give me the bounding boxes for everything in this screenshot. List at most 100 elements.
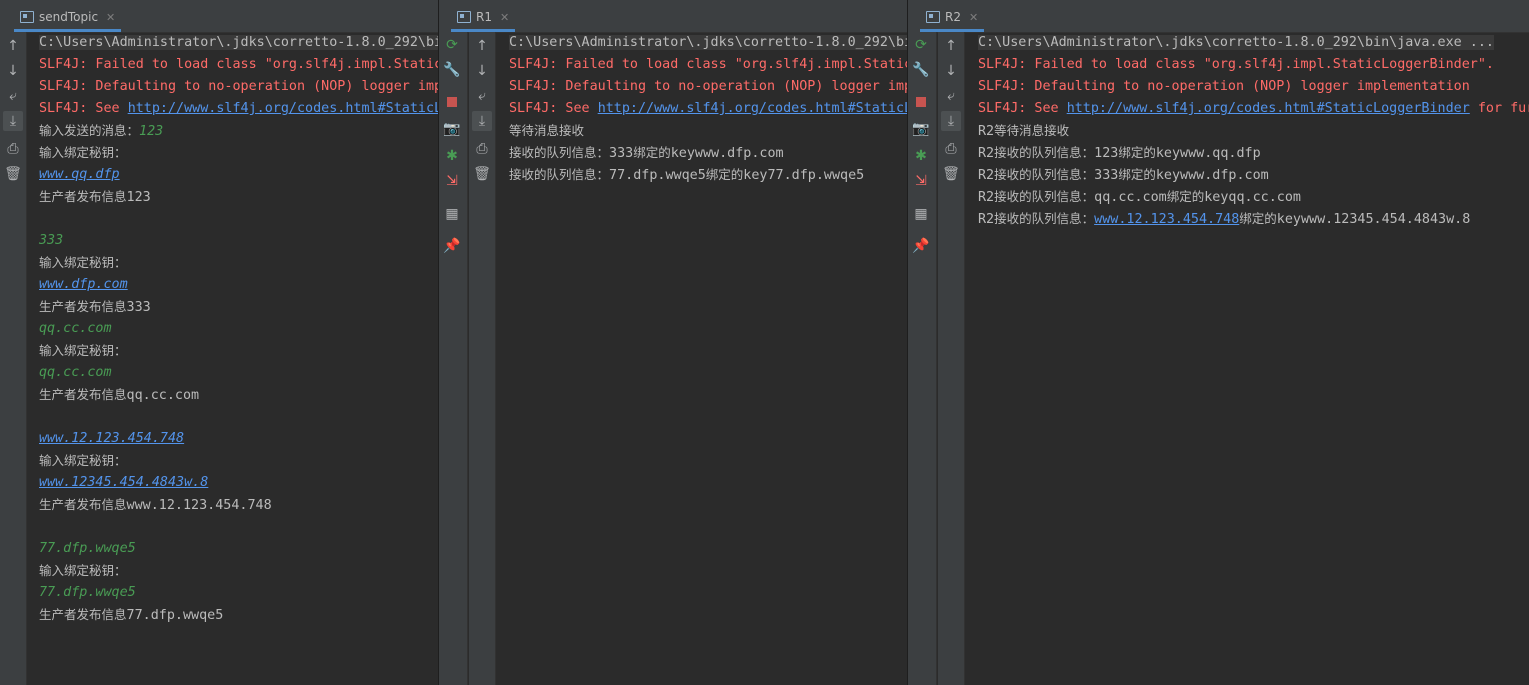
console-text: R2 [978,124,995,139]
print-icon[interactable]: ⎙ [941,139,961,159]
close-icon[interactable]: ✕ [106,11,115,24]
up-arrow-icon[interactable]: ↑ [941,36,961,56]
console-text: C:\Users\Administrator\.jdks\corretto-1.… [978,35,1494,50]
console-line: SLF4J: Failed to load class "org.slf4j.i… [26,54,438,76]
camera-icon[interactable]: 📷 [442,119,462,139]
console-toolbar: ↑ ↓ ⤶ ⤓ ⎙ 🗑 [0,32,27,685]
console-text: 接收的队列信息： [509,145,610,160]
console-link[interactable]: http://www.slf4j.org/codes.html#StaticL [128,101,438,116]
console-text: SLF4J: See [978,101,1067,116]
pin-icon[interactable]: 📌 [442,236,462,256]
console-text: 输入发送的消息： [39,123,140,138]
console-text: 绑定的 [1118,145,1156,160]
console-text: key77.dfp.wwqe5 [743,168,865,183]
print-icon[interactable]: ⎙ [472,139,492,159]
down-arrow-icon[interactable]: ↓ [3,61,23,81]
print-icon[interactable]: ⎙ [3,139,23,159]
pin-icon[interactable]: 📌 [911,236,931,256]
debug-bug-icon[interactable]: ✱ [911,146,931,166]
run-side-toolbar: ⟳ 🔧 📷 ✱ ⇲ ▦ 📌 [439,32,468,685]
stop-icon[interactable] [442,92,462,112]
trash-icon[interactable]: 🗑 [472,164,492,184]
console-text: R2 [978,190,995,205]
scroll-to-end-icon[interactable]: ⤓ [941,111,961,131]
console-line: 生产者发布信息www.12.123.454.748 [26,494,438,516]
console-text: 生产者发布信息 [39,607,127,622]
console-link[interactable]: www.12345.454.4843w.8 [39,475,208,490]
soft-wrap-icon[interactable]: ⤶ [472,86,492,106]
console-link[interactable]: www.dfp.com [39,277,128,292]
panel-divider[interactable] [907,0,908,685]
tab-label: R2 [945,10,961,24]
debug-bug-icon[interactable]: ✱ [442,146,462,166]
trash-icon[interactable]: 🗑 [941,164,961,184]
tab-sendtopic[interactable]: sendTopic ✕ [14,6,122,32]
rerun-icon[interactable]: ⟳ [442,35,462,55]
down-arrow-icon[interactable]: ↓ [472,61,492,81]
up-arrow-icon[interactable]: ↑ [3,36,23,56]
soft-wrap-icon[interactable]: ⤶ [941,86,961,106]
console-line: R2接收的队列信息：333绑定的keywww.dfp.com [965,164,1529,186]
console-line: SLF4J: Failed to load class "org.slf4j.i… [965,54,1529,76]
command-line: C:\Users\Administrator\.jdks\corretto-1.… [26,32,438,54]
run-config-icon [20,11,34,23]
console-output[interactable]: C:\Users\Administrator\.jdks\corretto-1.… [26,32,438,685]
console-text: R2 [978,146,995,161]
console-text: SLF4J: See [39,101,128,116]
console-text: 绑定的 [705,167,744,182]
trash-icon[interactable]: 🗑 [3,164,23,184]
tab-bar: sendTopic ✕ [0,0,438,33]
run-panel-r2: R2 ✕ ⟳ 🔧 📷 ✱ ⇲ ▦ 📌 ↑ ↓ ⤶ ⤓ ⎙ 🗑 C:\Users\… [908,0,1529,685]
console-text: 接收的队列信息： [994,167,1095,182]
wrench-icon[interactable]: 🔧 [442,60,462,80]
wrench-icon[interactable]: 🔧 [911,60,931,80]
close-icon[interactable]: ✕ [969,11,978,24]
console-line: R2等待消息接收 [965,120,1529,142]
layout-icon[interactable]: ▦ [442,204,462,224]
layout-icon[interactable]: ▦ [911,204,931,224]
console-line: R2接收的队列信息：qq.cc.com绑定的keyqq.cc.com [965,186,1529,208]
console-link[interactable]: www.12.123.454.748 [39,431,184,446]
console-text: R2 [978,168,995,183]
exit-icon[interactable]: ⇲ [442,171,462,191]
console-line: R2接收的队列信息：www.12.123.454.748绑定的keywww.12… [965,208,1529,230]
console-text: 生产者发布信息 [39,387,127,402]
console-line: SLF4J: Defaulting to no-operation (NOP) … [496,76,907,98]
tab-r2[interactable]: R2 ✕ [920,6,985,32]
console-link[interactable]: www.12.123.454.748 [1094,212,1239,227]
console-output[interactable]: C:\Users\Administrator\.jdks\corretto-1.… [965,32,1529,685]
exit-icon[interactable]: ⇲ [911,171,931,191]
scroll-to-end-icon[interactable]: ⤓ [472,111,492,131]
console-line: qq.cc.com [26,318,438,340]
console-text: SLF4J: Failed to load class "org.slf4j.i… [978,57,1494,72]
console-text: 生产者发布信息 [39,189,127,204]
command-line: C:\Users\Administrator\.jdks\corretto-1.… [965,32,1529,54]
close-icon[interactable]: ✕ [500,11,509,24]
console-text: 333 [609,146,634,161]
command-line: C:\Users\Administrator\.jdks\corretto-1.… [496,32,907,54]
console-output[interactable]: C:\Users\Administrator\.jdks\corretto-1.… [496,32,907,685]
rerun-icon[interactable]: ⟳ [911,35,931,55]
run-panel-r1: R1 ✕ ⟳ 🔧 📷 ✱ ⇲ ▦ 📌 ↑ ↓ ⤶ ⤓ ⎙ 🗑 C:\Users\… [439,0,907,685]
console-text: 输入绑定秘钥： [39,453,127,468]
console-link[interactable]: http://www.slf4j.org/codes.html#StaticL [598,101,907,116]
soft-wrap-icon[interactable]: ⤶ [3,86,23,106]
tab-r1[interactable]: R1 ✕ [451,6,516,32]
panel-divider[interactable] [438,0,439,685]
down-arrow-icon[interactable]: ↓ [941,61,961,81]
console-line: 输入绑定秘钥： [26,340,438,362]
console-text: R2 [978,212,995,227]
scroll-to-end-icon[interactable]: ⤓ [3,111,23,131]
stop-icon[interactable] [911,92,931,112]
up-arrow-icon[interactable]: ↑ [472,36,492,56]
console-line: 77.dfp.wwqe5 [26,538,438,560]
console-link[interactable]: http://www.slf4j.org/codes.html#StaticLo… [1067,101,1470,116]
camera-icon[interactable]: 📷 [911,119,931,139]
console-line: 等待消息接收 [496,120,907,142]
console-line: 输入发送的消息：123 [26,120,438,142]
console-line: www.dfp.com [26,274,438,296]
console-text: 333 [39,233,64,248]
console-link[interactable]: www.qq.dfp [39,167,120,182]
